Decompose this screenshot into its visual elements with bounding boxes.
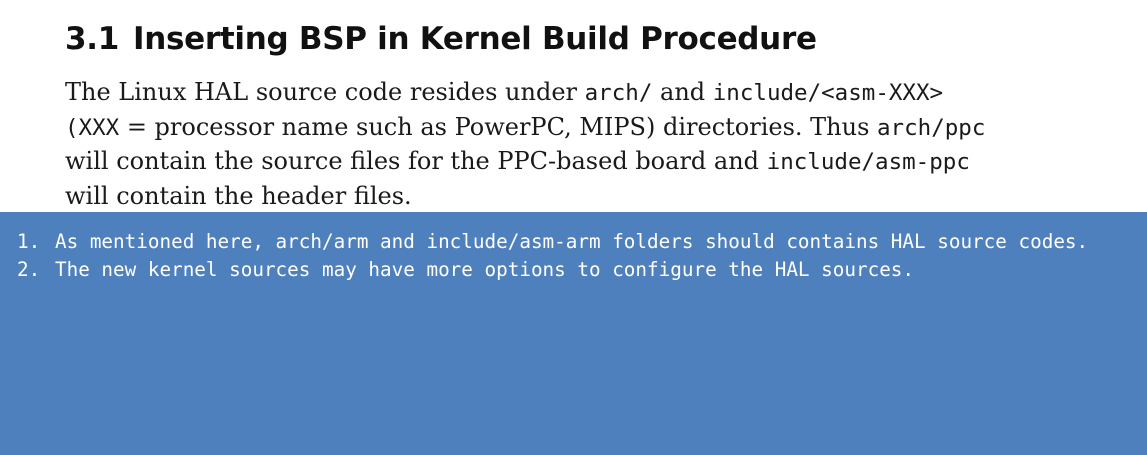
paragraph-text: and xyxy=(652,78,713,106)
code-path: include/<asm-XXX> xyxy=(712,80,944,106)
paragraph-text: The Linux HAL source code resides under xyxy=(65,78,585,106)
code-path: arch/ xyxy=(584,80,653,106)
list-item-text: The new kernel sources may have more opt… xyxy=(55,258,915,281)
list-item-text: As mentioned here, arch/arm and include/… xyxy=(55,230,1089,253)
code-path: include/asm-ppc xyxy=(766,149,970,175)
notes-panel: 1. As mentioned here, arch/arm and inclu… xyxy=(0,212,1147,455)
code-path: arch/ppc xyxy=(877,114,986,141)
body-paragraph: The Linux HAL source code resides under … xyxy=(65,76,1045,213)
list-item: 2. The new kernel sources may have more … xyxy=(17,256,1142,284)
document-page: 3.1 Inserting BSP in Kernel Build Procedu… xyxy=(0,0,1147,212)
paragraph-text: will contain the header files. xyxy=(65,181,412,210)
section-title: Inserting BSP in Kernel Build Procedure xyxy=(133,21,817,57)
list-item-index: 1. xyxy=(17,230,41,253)
code-path: (XXX xyxy=(65,114,120,141)
paragraph-text: will contain the source files for the PP… xyxy=(65,147,767,175)
paragraph-line: (XXX = processor name such as PowerPC, M… xyxy=(65,111,1045,146)
section-number: 3.1 xyxy=(65,21,120,57)
paragraph-line: will contain the header files. xyxy=(65,180,1045,214)
paragraph-line: will contain the source files for the PP… xyxy=(65,145,1045,180)
paragraph-line: The Linux HAL source code resides under … xyxy=(65,76,1045,111)
list-item: 1. As mentioned here, arch/arm and inclu… xyxy=(17,228,1142,256)
section-heading: 3.1 Inserting BSP in Kernel Build Procedu… xyxy=(65,17,817,61)
notes-list: 1. As mentioned here, arch/arm and inclu… xyxy=(17,228,1142,284)
list-item-index: 2. xyxy=(17,258,41,281)
paragraph-text: = processor name such as PowerPC, MIPS) … xyxy=(119,112,878,141)
